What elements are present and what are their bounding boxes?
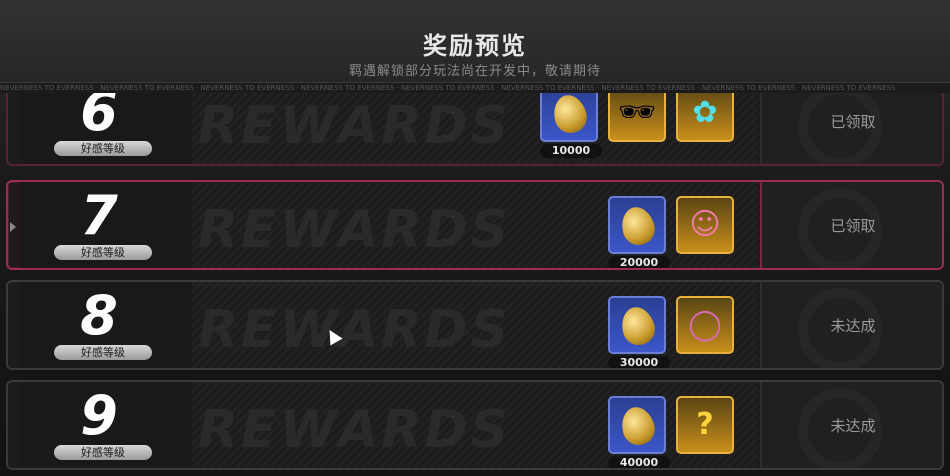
reward-item-gold-egg[interactable]: 30000 [608,296,670,368]
gold-egg-icon [617,303,659,349]
status-not-reached: 未达成 [830,416,876,435]
pixel-sunglasses-icon: 🕶 [617,95,657,130]
reward-item-frame[interactable]: ◯ [676,296,734,354]
reward-list[interactable]: 6 好感等级 REWARDS 10000 🕶 ✿ 已领取 7 好感等级 REWA… [0,82,950,476]
cat-ear-frame-icon: ◯ [688,307,722,342]
reward-row-level-9[interactable]: 9 好感等级 REWARDS 40000 ? 未达成 [6,380,944,470]
item-count: 10000 [540,144,602,158]
reward-item-gold-egg[interactable]: 20000 [608,196,670,268]
item-count: 20000 [608,256,670,268]
rewards-watermark: REWARDS [198,300,511,360]
item-count: 40000 [608,456,670,468]
level-number: 7 [80,184,118,247]
level-label: 好感等级 [54,141,152,156]
level-label: 好感等级 [54,245,152,260]
gold-egg-icon [617,203,659,249]
cyan-flower-creature-icon: ✿ [692,95,718,130]
reward-item-mystery-box[interactable]: ? [676,396,734,454]
status-claimed[interactable]: 已领取 [760,182,942,268]
status-not-reached: 未达成 [830,316,876,335]
page-subtitle: 羁遇解锁部分玩法尚在开发中，敬请期待 [348,64,601,79]
marquee-strip: NEVERNESS TO EVERNESS · NEVERNESS TO EVE… [0,82,950,93]
reward-row-level-6[interactable]: 6 好感等级 REWARDS 10000 🕶 ✿ 已领取 [6,82,944,166]
header: 奖励预览 羁遇解锁部分玩法尚在开发中，敬请期待 [0,0,950,82]
reward-preview-screen: 奖励预览 羁遇解锁部分玩法尚在开发中，敬请期待 6 好感等级 REWARDS 1… [0,0,950,476]
rewards-watermark: REWARDS [198,96,511,156]
gold-egg-icon [617,403,659,449]
gold-egg-icon [549,91,591,137]
selection-pointer-icon [10,222,16,232]
reward-row-level-8[interactable]: 8 好感等级 REWARDS 30000 ◯ 未达成 [6,280,944,370]
pink-hair-character-icon: ☺ [689,207,721,242]
level-label: 好感等级 [54,345,152,360]
rewards-watermark: REWARDS [198,200,511,260]
reward-row-level-7[interactable]: 7 好感等级 REWARDS 20000 ☺ 已领取 [6,180,944,270]
level-number: 8 [80,284,118,347]
rewards-watermark: REWARDS [198,400,511,460]
reward-item-character[interactable]: ☺ [676,196,734,254]
status-claimed[interactable]: 已领取 [760,82,942,164]
item-count: 30000 [608,356,670,368]
reward-item-gold-egg[interactable]: 40000 [608,396,670,468]
level-label: 好感等级 [54,445,152,460]
mystery-box-icon: ? [696,407,714,442]
page-title: 奖励预览 [423,32,527,60]
level-number: 9 [80,384,118,447]
